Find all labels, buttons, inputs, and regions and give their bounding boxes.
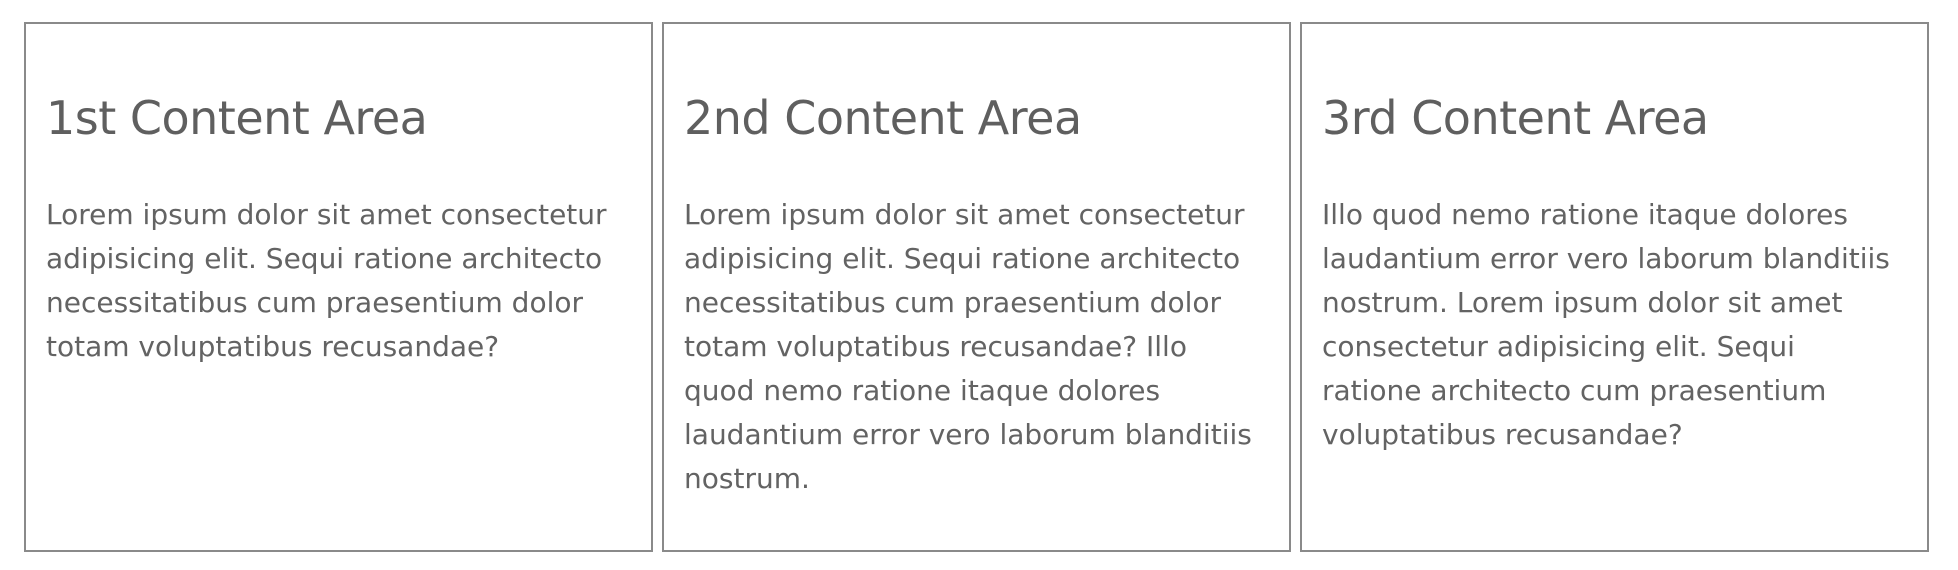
content-area-2-title: 2nd Content Area [684,91,1082,145]
content-area-2: 2nd Content Area Lorem ipsum dolor sit a… [662,22,1291,552]
content-columns: 1st Content Area Lorem ipsum dolor sit a… [24,22,1929,552]
content-area-1-body: Lorem ipsum dolor sit amet consectetur a… [46,197,607,363]
content-area-1-title: 1st Content Area [46,91,428,145]
content-area-2-body: Lorem ipsum dolor sit amet consectetur a… [684,197,1252,495]
page: 1st Content Area Lorem ipsum dolor sit a… [0,0,1958,570]
content-area-1: 1st Content Area Lorem ipsum dolor sit a… [24,22,653,552]
content-area-3: 3rd Content Area Illo quod nemo ratione … [1300,22,1929,552]
content-area-3-title: 3rd Content Area [1322,91,1709,145]
content-area-3-body: Illo quod nemo ratione itaque dolores la… [1322,197,1890,451]
